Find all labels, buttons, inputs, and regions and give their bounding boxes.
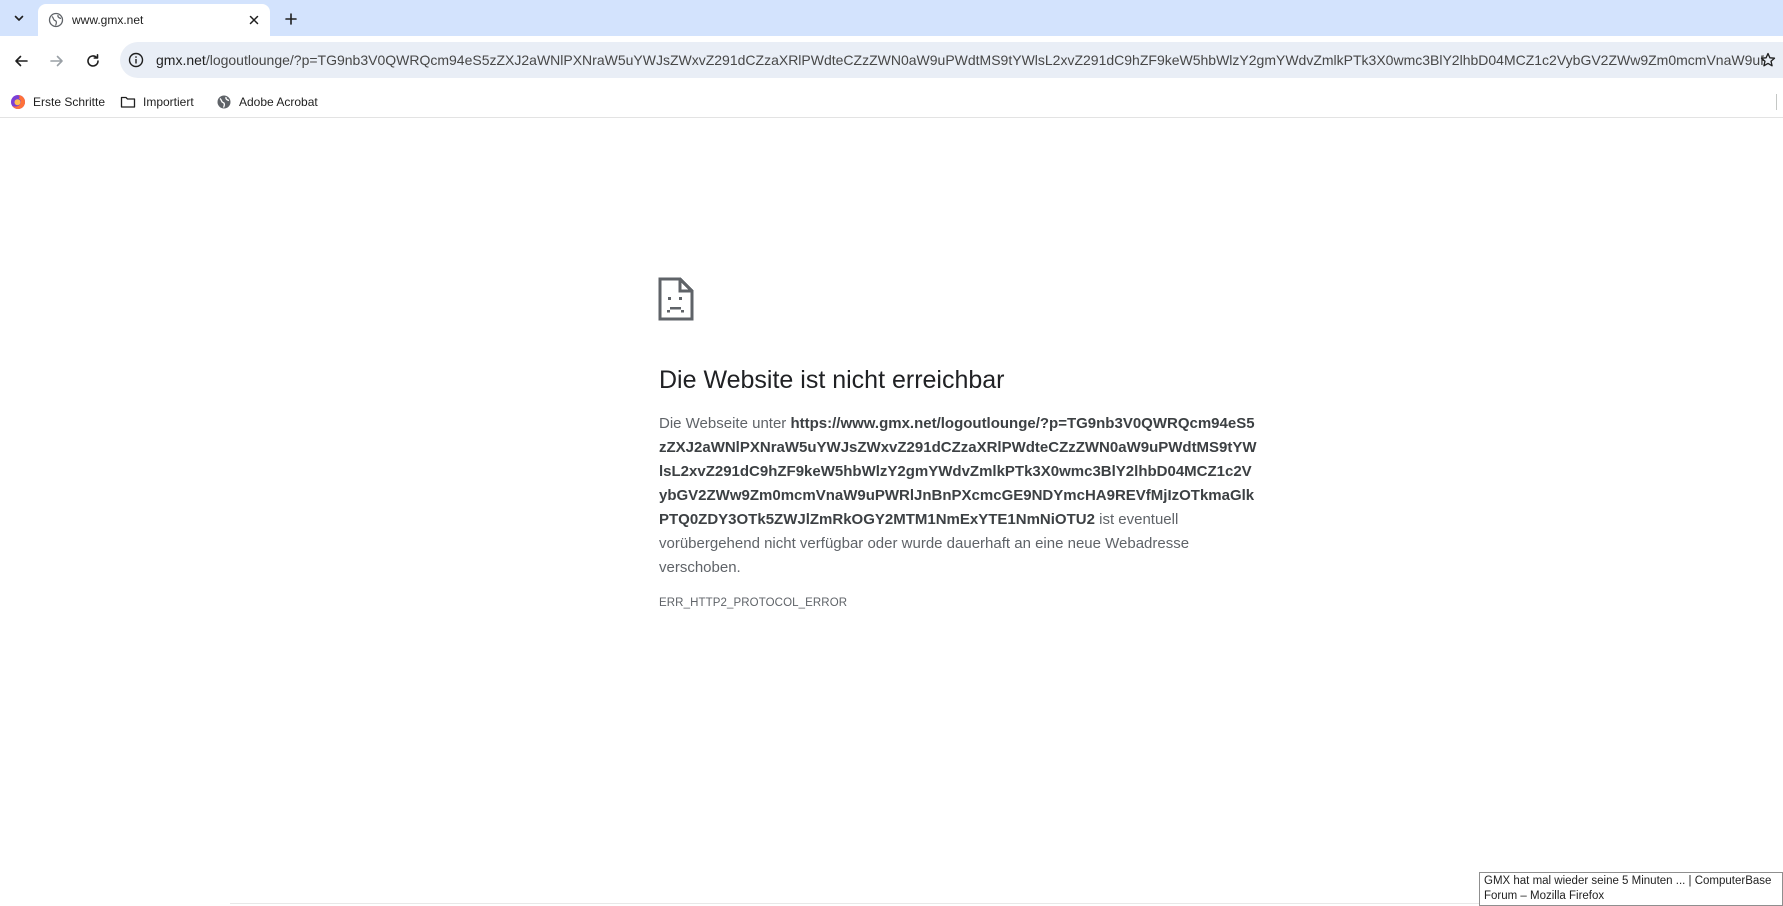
address-path: /logoutlounge/?p=TG9nb3V0QWRQcm94eS5zZXJ… <box>205 52 1764 68</box>
arrow-left-icon <box>15 55 28 67</box>
toolbar: gmx.net/logoutlounge/?p=TG9nb3V0QWRQcm94… <box>0 36 1783 86</box>
reload-icon <box>87 54 99 67</box>
reload-button[interactable] <box>81 49 105 73</box>
tooltip-line-1: GMX hat mal wieder seine 5 Minuten ... |… <box>1484 875 1772 887</box>
close-icon <box>249 15 259 25</box>
window-title-tooltip: GMX hat mal wieder seine 5 Minuten ... |… <box>1479 872 1783 906</box>
site-info-icon[interactable] <box>128 52 144 68</box>
firefox-icon <box>11 95 25 109</box>
back-button[interactable] <box>9 49 33 73</box>
error-page: Die Website ist nicht erreichbar Die Web… <box>0 119 1783 906</box>
tab-title: www.gmx.net <box>72 13 144 27</box>
tooltip-line-2: Forum – Mozilla Firefox <box>1484 890 1605 902</box>
address-text[interactable]: gmx.net/logoutlounge/?p=TG9nb3V0QWRQcm94… <box>156 52 1764 68</box>
bookmark-erste-schritte[interactable]: Erste Schritte <box>10 92 105 112</box>
error-desc-prefix: Die Webseite unter <box>659 415 791 432</box>
globe-icon <box>48 12 64 28</box>
address-host: gmx.net <box>156 52 206 68</box>
new-tab-button[interactable] <box>280 8 302 30</box>
forward-button[interactable] <box>45 49 69 73</box>
sad-document-icon <box>658 277 694 321</box>
bookmarks-divider <box>1776 94 1777 110</box>
plus-icon <box>285 13 297 25</box>
tab-close-button[interactable] <box>246 12 262 28</box>
error-code: ERR_HTTP2_PROTOCOL_ERROR <box>659 597 848 609</box>
folder-icon <box>120 96 136 108</box>
bookmark-label: Importiert <box>143 95 194 109</box>
bookmark-importiert[interactable]: Importiert <box>120 92 194 112</box>
globe-icon <box>217 95 231 109</box>
bottom-divider <box>230 903 1480 904</box>
tab-active[interactable]: www.gmx.net <box>38 4 270 36</box>
arrow-right-icon <box>50 55 63 67</box>
tab-strip: www.gmx.net <box>0 0 1783 36</box>
chevron-down-icon <box>14 15 24 21</box>
tab-search-button[interactable] <box>6 6 32 30</box>
error-title: Die Website ist nicht erreichbar <box>659 366 1005 394</box>
bookmark-adobe-acrobat[interactable]: Adobe Acrobat <box>216 92 318 112</box>
error-description: Die Webseite unter https://www.gmx.net/l… <box>659 412 1259 580</box>
bookmark-label: Adobe Acrobat <box>239 95 318 109</box>
bookmark-label: Erste Schritte <box>33 95 106 109</box>
star-icon[interactable] <box>1760 52 1776 68</box>
bookmarks-bar: Erste Schritte Importiert Adobe Acrobat <box>0 86 1783 118</box>
address-bar[interactable]: gmx.net/logoutlounge/?p=TG9nb3V0QWRQcm94… <box>120 42 1783 78</box>
